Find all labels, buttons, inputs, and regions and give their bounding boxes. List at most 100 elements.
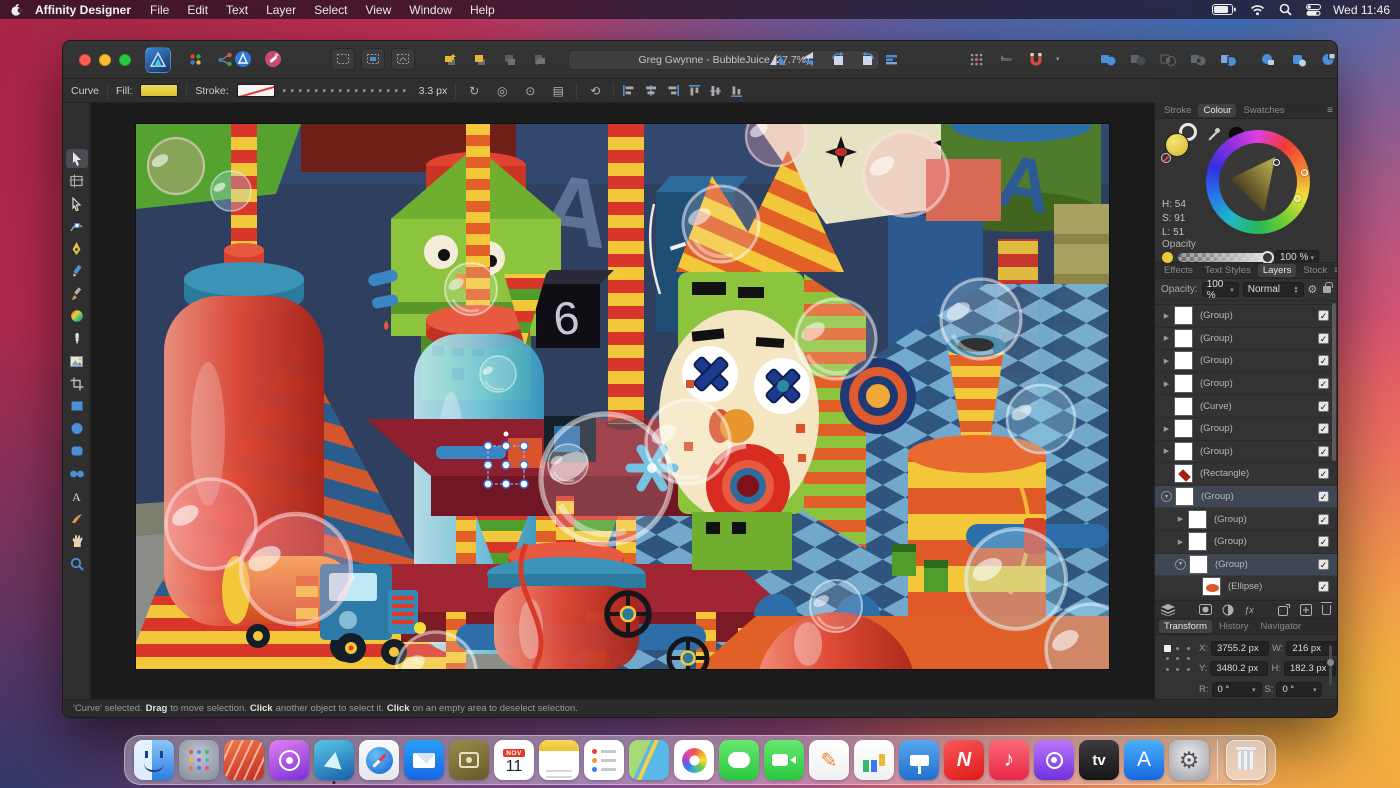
boolean-intersect-icon[interactable] — [1156, 48, 1180, 70]
layer-row[interactable]: (Curve)✓ — [1155, 395, 1337, 418]
canvas-artwork[interactable]: A A — [136, 124, 1109, 669]
transform-slider[interactable] — [1329, 645, 1332, 685]
align-top-icon[interactable] — [688, 84, 701, 98]
tab-stroke[interactable]: Stroke — [1159, 104, 1196, 117]
layer-visibility-checkbox[interactable]: ✓ — [1318, 378, 1329, 389]
layer-row[interactable]: ▶(Group)✓ — [1155, 350, 1337, 373]
ellipse-tool[interactable] — [66, 419, 88, 438]
layer-visibility-checkbox[interactable]: ✓ — [1318, 581, 1329, 592]
layer-row[interactable]: ▶(Group)✓ — [1155, 531, 1337, 554]
tab-effects[interactable]: Effects — [1159, 264, 1198, 277]
menu-item-help[interactable]: Help — [470, 3, 495, 17]
dock-reminders[interactable] — [584, 740, 624, 780]
pen-tool[interactable] — [66, 239, 88, 258]
dock-numbers[interactable] — [854, 740, 894, 780]
canvas-area[interactable]: A A — [91, 103, 1154, 699]
view-tool[interactable] — [66, 532, 88, 551]
wifi-icon[interactable] — [1250, 4, 1265, 16]
delete-layer-icon[interactable] — [1322, 605, 1331, 615]
snapping-grid-icon[interactable] — [964, 48, 988, 70]
edit-selection-fill-icon[interactable] — [361, 48, 385, 70]
layer-visibility-checkbox[interactable]: ✓ — [1318, 355, 1329, 366]
boolean-xor-icon[interactable] — [1186, 48, 1210, 70]
move-to-front-icon[interactable] — [438, 48, 462, 70]
dock-facetime[interactable] — [764, 740, 804, 780]
move-to-back-icon[interactable] — [528, 48, 552, 70]
paint-brush-tool[interactable] — [66, 509, 88, 528]
rotate-cw-icon[interactable] — [856, 48, 880, 70]
group-layer-icon[interactable] — [1300, 604, 1312, 616]
rotation-centre-icon[interactable]: ↻ — [464, 84, 484, 98]
layer-row[interactable]: ▶(Group)✓ — [1155, 328, 1337, 351]
geometry-add-icon[interactable] — [1256, 48, 1280, 70]
place-image-tool[interactable] — [66, 352, 88, 371]
pixel-persona-icon[interactable] — [261, 48, 285, 70]
layer-visibility-checkbox[interactable]: ✓ — [1318, 559, 1329, 570]
y-input[interactable]: 3480.2 px — [1210, 661, 1268, 676]
eyedropper-icon[interactable] — [1207, 127, 1222, 142]
layer-row[interactable]: ▶(Group)✓ — [1155, 305, 1337, 328]
artboard-tool[interactable] — [66, 172, 88, 191]
layer-row[interactable]: ▶(Group)✓ — [1155, 418, 1337, 441]
geometry-subtract-icon[interactable] — [1286, 48, 1310, 70]
panel-menu-icon[interactable]: ≡ — [1327, 105, 1333, 116]
layer-row[interactable]: ▶(Group)✓ — [1155, 441, 1337, 464]
x-input[interactable]: 3755.2 px — [1211, 641, 1269, 656]
shear-input[interactable]: 0 °▾ — [1276, 682, 1322, 697]
tab-history[interactable]: History — [1214, 620, 1254, 633]
hue-selector[interactable] — [1301, 169, 1308, 176]
menu-item-layer[interactable]: Layer — [266, 3, 296, 17]
dock-calendar[interactable]: NOV11 — [494, 740, 534, 780]
tab-text-styles[interactable]: Text Styles — [1200, 264, 1256, 277]
dock-mail[interactable] — [404, 740, 444, 780]
dock-launchpad[interactable] — [179, 740, 219, 780]
reset-selection-box-icon[interactable]: ⟲ — [585, 84, 605, 98]
layer-visibility-checkbox[interactable]: ✓ — [1318, 468, 1329, 479]
layer-row-expanded-selected[interactable]: ▼(Group)✓ — [1155, 554, 1337, 577]
menu-item-select[interactable]: Select — [314, 3, 347, 17]
dock-news[interactable]: N — [944, 740, 984, 780]
dock-app-store[interactable]: A — [1124, 740, 1164, 780]
layers-panel-menu-icon[interactable]: ≡ — [1334, 265, 1338, 276]
opacity-slider[interactable] — [1178, 253, 1270, 262]
menu-item-text[interactable]: Text — [226, 3, 248, 17]
layers-opacity-dropdown[interactable]: 100 %▾ — [1202, 282, 1239, 297]
align-left-icon[interactable] — [622, 84, 636, 97]
dock-pages[interactable]: ✎ — [809, 740, 849, 780]
move-backward-icon[interactable] — [498, 48, 522, 70]
layers-stack-icon[interactable] — [1161, 604, 1175, 616]
vector-crop-tool[interactable] — [66, 374, 88, 393]
tab-layers[interactable]: Layers — [1258, 264, 1297, 277]
stroke-swatch[interactable] — [237, 84, 275, 97]
dock-podcasts[interactable] — [1034, 740, 1074, 780]
menu-item-edit[interactable]: Edit — [187, 3, 208, 17]
layer-row[interactable]: ▶(Group)✓ — [1155, 508, 1337, 531]
rotate-ccw-icon[interactable] — [826, 48, 850, 70]
rectangle-tool[interactable] — [66, 397, 88, 416]
boolean-add-icon[interactable] — [1096, 48, 1120, 70]
vector-brush-tool[interactable] — [66, 284, 88, 303]
tab-colour[interactable]: Colour — [1198, 104, 1236, 117]
flip-horizontal-icon[interactable] — [766, 48, 790, 70]
layer-visibility-checkbox[interactable]: ✓ — [1318, 514, 1329, 525]
fill-tool[interactable] — [66, 307, 88, 326]
layer-settings-icon[interactable]: ⚙ — [1308, 283, 1318, 296]
snap-to-selection-icon[interactable]: ⊙ — [520, 84, 540, 98]
align-middle-icon[interactable] — [709, 84, 722, 98]
dock-music[interactable]: ♪ — [989, 740, 1029, 780]
edit-selection-box-icon[interactable] — [331, 48, 355, 70]
menu-app-name[interactable]: Affinity Designer — [35, 3, 131, 17]
move-forward-icon[interactable] — [468, 48, 492, 70]
dock-safari[interactable] — [359, 740, 399, 780]
menu-item-view[interactable]: View — [365, 3, 391, 17]
dock-maps[interactable] — [629, 740, 669, 780]
shape-tool[interactable] — [66, 464, 88, 483]
align-right-icon[interactable] — [666, 84, 680, 97]
colour-picker-tool[interactable] — [66, 329, 88, 348]
tab-swatches[interactable]: Swatches — [1238, 104, 1289, 117]
convert-to-curves-icon[interactable]: ▤ — [548, 84, 568, 98]
tab-stock[interactable]: Stock — [1298, 264, 1332, 277]
color-sync-icon[interactable] — [183, 48, 207, 70]
mask-layer-icon[interactable] — [1199, 604, 1212, 615]
triangle-selector[interactable] — [1273, 159, 1280, 166]
